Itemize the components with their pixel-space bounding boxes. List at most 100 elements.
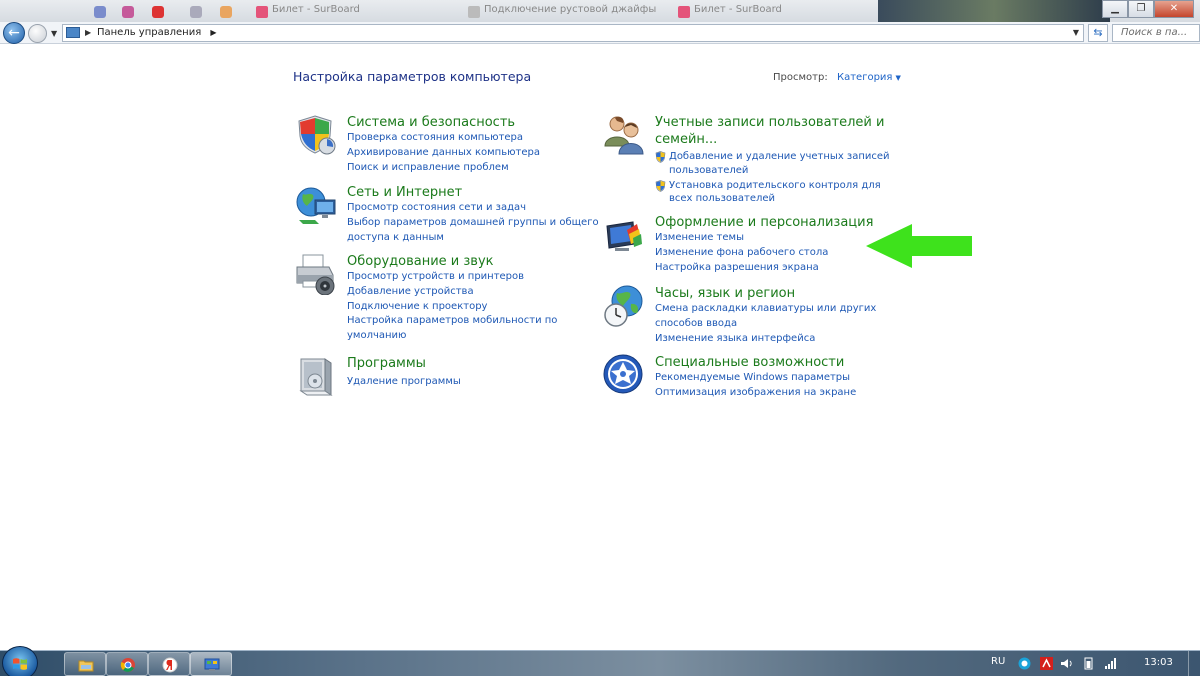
- task-link[interactable]: Проверка состояния компьютера: [347, 131, 540, 146]
- background-favicon: [122, 6, 134, 18]
- category-links: Просмотр состояния сети и задач Выбор па…: [347, 201, 599, 245]
- taskbar-yandex-button[interactable]: [148, 652, 190, 676]
- users-icon[interactable]: [603, 114, 645, 156]
- task-link[interactable]: Настройка разрешения экрана: [655, 261, 828, 276]
- category-links: Просмотр устройств и принтеров Добавлени…: [347, 270, 557, 344]
- clock-globe-icon[interactable]: [603, 285, 645, 327]
- arrow-left-icon: ←: [8, 25, 20, 41]
- category-title[interactable]: Учетные записи пользователей и семейн...: [655, 114, 885, 148]
- page-title: Настройка параметров компьютера: [293, 69, 532, 84]
- category-links: Проверка состояния компьютера Архивирова…: [347, 131, 540, 175]
- taskbar-chrome-button[interactable]: [106, 652, 148, 676]
- category-user-accounts: Учетные записи пользователей и семейн...…: [603, 114, 903, 206]
- view-by-dropdown[interactable]: Категория ▼: [837, 72, 901, 83]
- window-controls: ▁ ❐ ✕: [1102, 0, 1194, 18]
- category-links: Удаление программы: [347, 375, 461, 390]
- task-link[interactable]: Рекомендуемые Windows параметры: [655, 371, 856, 386]
- accessibility-icon[interactable]: [603, 354, 645, 396]
- taskbar-explorer-button[interactable]: [64, 652, 106, 676]
- printer-icon[interactable]: [295, 253, 337, 295]
- network-globe-icon[interactable]: [295, 184, 337, 226]
- task-link[interactable]: умолчанию: [347, 329, 557, 344]
- task-link[interactable]: Добавление устройства: [347, 285, 557, 300]
- back-button[interactable]: ←: [3, 22, 25, 44]
- forward-button[interactable]: [28, 24, 47, 43]
- task-link[interactable]: Изменение языка интерфейса: [655, 332, 876, 347]
- task-link[interactable]: способов ввода: [655, 317, 876, 332]
- tab-favicon-icon: [678, 6, 690, 18]
- taskbar: RU 13:03: [0, 646, 1200, 676]
- control-panel-icon: [66, 27, 80, 38]
- category-title[interactable]: Оформление и персонализация: [655, 214, 873, 231]
- chevron-right-icon[interactable]: ▶: [210, 28, 216, 37]
- language-indicator[interactable]: RU: [991, 656, 1005, 667]
- task-link[interactable]: Поиск и исправление проблем: [347, 161, 540, 176]
- task-link[interactable]: Просмотр состояния сети и задач: [347, 201, 599, 216]
- volume-icon[interactable]: [1060, 657, 1073, 670]
- category-title[interactable]: Оборудование и звук: [347, 253, 494, 270]
- signal-strength-icon[interactable]: [1104, 657, 1117, 670]
- tray-app-icon[interactable]: [1018, 657, 1031, 670]
- yandex-browser-icon: [162, 657, 178, 673]
- background-favicon: [190, 6, 202, 18]
- refresh-button[interactable]: ⇆: [1088, 24, 1108, 42]
- task-link[interactable]: доступа к данным: [347, 231, 599, 246]
- taskbar-control-panel-button[interactable]: [190, 652, 232, 676]
- category-links: Смена раскладки клавиатуры или других сп…: [655, 302, 876, 346]
- category-hardware-sound: Оборудование и звук Просмотр устройств и…: [295, 253, 595, 345]
- background-favicon: [152, 6, 164, 18]
- category-title[interactable]: Система и безопасность: [347, 114, 515, 131]
- category-links: Добавление и удаление учетных записей по…: [655, 150, 895, 207]
- history-dropdown-icon[interactable]: ▼: [51, 29, 57, 38]
- category-title[interactable]: Специальные возможности: [655, 354, 844, 371]
- background-desktop-region: [878, 0, 1110, 22]
- tab-favicon-icon: [468, 6, 480, 18]
- background-favicon: [94, 6, 106, 18]
- task-link[interactable]: Удаление программы: [347, 375, 461, 390]
- breadcrumb-control-panel[interactable]: Панель управления: [97, 27, 201, 38]
- folder-icon: [78, 660, 94, 672]
- address-dropdown-icon[interactable]: ▼: [1073, 25, 1079, 41]
- category-programs: Программы Удаление программы: [295, 355, 595, 397]
- task-link[interactable]: Установка родительского контроля для все…: [655, 179, 895, 207]
- task-link[interactable]: Настройка параметров мобильности по: [347, 314, 557, 329]
- task-link[interactable]: Просмотр устройств и принтеров: [347, 270, 557, 285]
- background-windows-strip: Билет - SurBoard Подключение рустовой дж…: [0, 0, 1200, 22]
- task-link[interactable]: Добавление и удаление учетных записей по…: [655, 150, 895, 178]
- show-desktop-button[interactable]: [1188, 651, 1200, 676]
- taskbar-clock[interactable]: 13:03: [1144, 657, 1173, 668]
- task-link[interactable]: Изменение фона рабочего стола: [655, 246, 828, 261]
- task-link[interactable]: Подключение к проектору: [347, 300, 557, 315]
- minimize-button[interactable]: ▁: [1102, 0, 1128, 18]
- address-bar[interactable]: ▶ Панель управления ▶ ▼: [62, 24, 1084, 42]
- task-link[interactable]: Изменение темы: [655, 231, 828, 246]
- uac-shield-icon: [655, 179, 666, 192]
- battery-icon[interactable]: [1082, 657, 1095, 670]
- category-network-internet: Сеть и Интернет Просмотр состояния сети …: [295, 184, 599, 246]
- task-link[interactable]: Оптимизация изображения на экране: [655, 386, 856, 401]
- task-link[interactable]: Смена раскладки клавиатуры или других: [655, 302, 876, 317]
- category-appearance-personalization: Оформление и персонализация Изменение те…: [603, 214, 903, 276]
- background-tab: Билет - SurBoard: [676, 4, 782, 22]
- category-links: Рекомендуемые Windows параметры Оптимиза…: [655, 371, 856, 401]
- category-title[interactable]: Сеть и Интернет: [347, 184, 462, 201]
- task-link[interactable]: Выбор параметров домашней группы и общег…: [347, 216, 599, 231]
- category-ease-of-access: Специальные возможности Рекомендуемые Wi…: [603, 354, 903, 404]
- security-shield-icon[interactable]: [295, 114, 337, 156]
- task-link[interactable]: Архивирование данных компьютера: [347, 146, 540, 161]
- uac-shield-icon: [655, 151, 666, 163]
- refresh-icon: ⇆: [1093, 26, 1103, 39]
- personalization-icon[interactable]: [603, 214, 645, 256]
- chevron-right-icon[interactable]: ▶: [85, 25, 91, 41]
- close-button[interactable]: ✕: [1154, 0, 1194, 18]
- tab-favicon-icon: [256, 6, 268, 18]
- adobe-tray-icon[interactable]: [1040, 657, 1053, 670]
- category-system-security: Система и безопасность Проверка состояни…: [295, 114, 595, 176]
- view-by-label: Просмотр:: [773, 72, 828, 83]
- search-input[interactable]: Поиск в па...: [1112, 24, 1200, 42]
- start-button[interactable]: [2, 646, 38, 676]
- maximize-button[interactable]: ❐: [1128, 0, 1154, 18]
- category-title[interactable]: Программы: [347, 355, 426, 372]
- programs-box-icon[interactable]: [295, 355, 337, 397]
- category-title[interactable]: Часы, язык и регион: [655, 285, 795, 302]
